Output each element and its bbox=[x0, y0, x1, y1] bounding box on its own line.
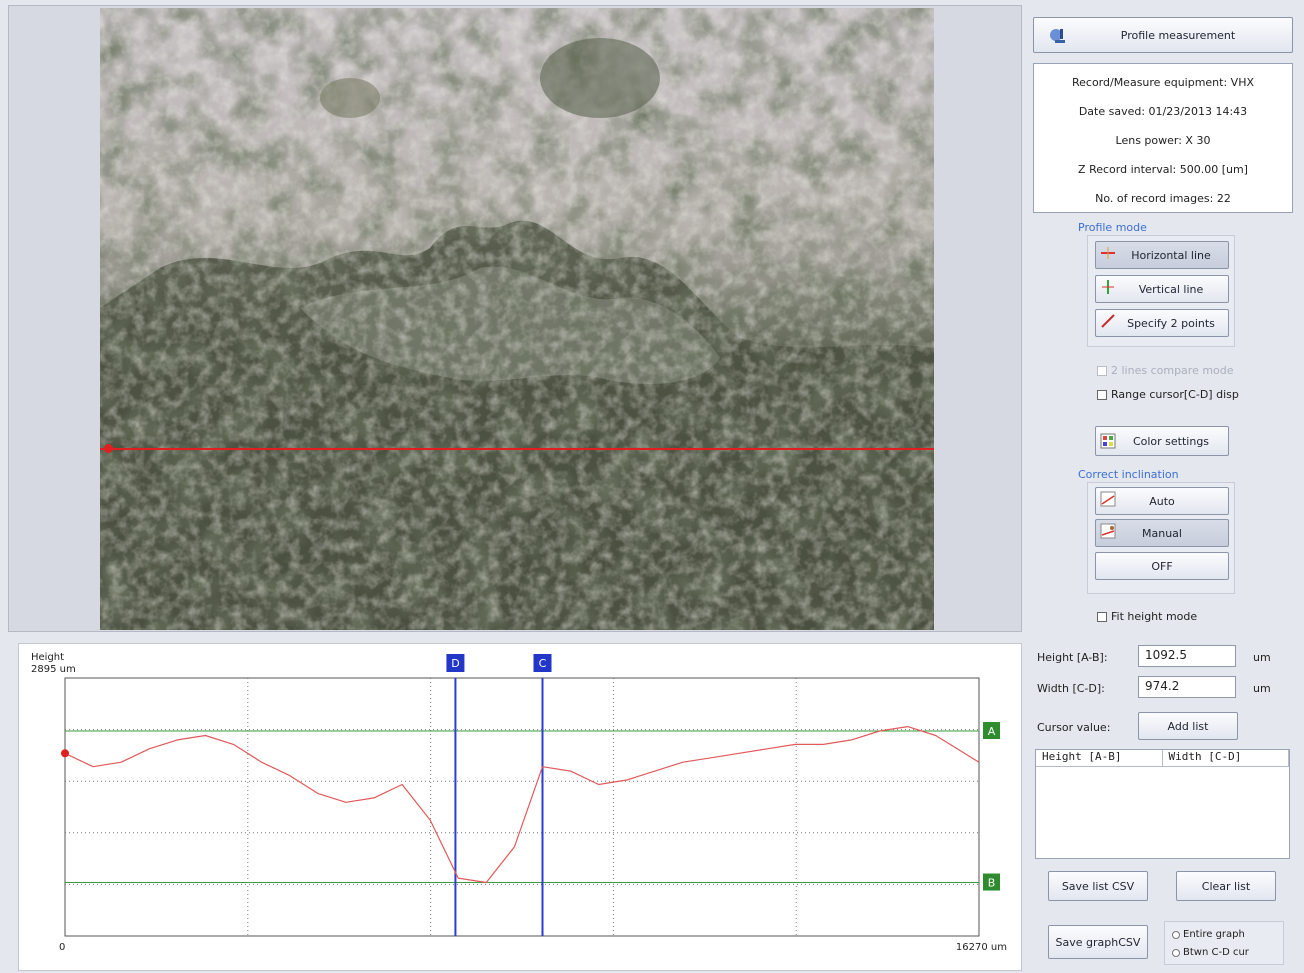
auto-inclination-icon bbox=[1100, 491, 1116, 507]
entire-graph-label: Entire graph bbox=[1183, 929, 1245, 940]
info-box: Record/Measure equipment: VHX Date saved… bbox=[1033, 63, 1293, 213]
vertical-line-icon bbox=[1100, 279, 1116, 295]
save-list-csv-label: Save list CSV bbox=[1061, 879, 1135, 893]
height-unit: um bbox=[1253, 651, 1271, 664]
microscope-icon bbox=[1048, 26, 1068, 46]
profile-mode-label: Profile mode bbox=[1078, 221, 1147, 234]
manual-inclination-icon bbox=[1100, 523, 1116, 539]
y-axis-max-label: 2895 um bbox=[31, 664, 76, 675]
add-list-button[interactable]: Add list bbox=[1138, 712, 1238, 740]
profile-graph-panel: A B D C Height 2895 um 0 16270 um bbox=[18, 643, 1022, 971]
checkbox-box bbox=[1097, 611, 1107, 622]
horizontal-line-button[interactable]: Horizontal line bbox=[1095, 241, 1229, 269]
range-cursor-checkbox[interactable]: Range cursor[C-D] disp bbox=[1097, 388, 1239, 401]
microscope-image[interactable] bbox=[100, 8, 934, 630]
cursor-value-label: Cursor value: bbox=[1037, 721, 1111, 734]
auto-label: Auto bbox=[1149, 494, 1175, 508]
surface-texture bbox=[100, 8, 934, 630]
fit-height-label: Fit height mode bbox=[1111, 610, 1198, 623]
info-z-interval: Z Record interval: 500.00 [um] bbox=[1078, 163, 1248, 176]
entire-graph-radio[interactable]: Entire graph bbox=[1172, 929, 1245, 940]
clear-list-label: Clear list bbox=[1201, 879, 1251, 893]
cursor-d-label: D bbox=[451, 657, 459, 670]
specify-two-points-button[interactable]: Specify 2 points bbox=[1095, 309, 1229, 337]
range-cursor-label: Range cursor[C-D] disp bbox=[1111, 388, 1239, 401]
off-button[interactable]: OFF bbox=[1095, 552, 1229, 580]
between-cd-radio[interactable]: Btwn C-D cur bbox=[1172, 947, 1249, 958]
measurement-list[interactable]: Height [A-B] Width [C-D] bbox=[1035, 749, 1290, 859]
horizontal-line-label: Horizontal line bbox=[1131, 248, 1211, 262]
checkbox-box bbox=[1097, 365, 1107, 376]
graph-range-group bbox=[1164, 921, 1284, 965]
cursor-a-label: A bbox=[988, 725, 996, 738]
plot-frame bbox=[64, 677, 980, 937]
manual-button[interactable]: Manual bbox=[1095, 519, 1229, 547]
fit-height-checkbox[interactable]: Fit height mode bbox=[1097, 610, 1197, 623]
clear-list-button[interactable]: Clear list bbox=[1176, 871, 1276, 901]
radio-dot bbox=[1172, 930, 1180, 939]
radio-dot bbox=[1172, 948, 1180, 957]
info-date-saved: Date saved: 01/23/2013 14:43 bbox=[1078, 105, 1248, 118]
checkbox-box bbox=[1097, 389, 1107, 400]
correct-inclination-label: Correct inclination bbox=[1078, 468, 1179, 481]
info-equipment: Record/Measure equipment: VHX bbox=[1071, 76, 1255, 89]
save-graph-csv-button[interactable]: Save graphCSV bbox=[1048, 925, 1148, 959]
y-axis-label: Height bbox=[31, 652, 64, 663]
profile-start-point bbox=[61, 749, 69, 758]
width-label: Width [C-D]: bbox=[1037, 682, 1105, 695]
specify-two-points-label: Specify 2 points bbox=[1127, 316, 1215, 330]
auto-button[interactable]: Auto bbox=[1095, 487, 1229, 515]
add-list-label: Add list bbox=[1167, 719, 1209, 733]
cursor-b-label: B bbox=[988, 877, 996, 890]
save-graph-csv-label: Save graphCSV bbox=[1055, 935, 1141, 949]
height-value-field[interactable]: 1092.5 bbox=[1138, 645, 1236, 667]
cursor-c-label: C bbox=[539, 657, 547, 670]
vertical-line-button[interactable]: Vertical line bbox=[1095, 275, 1229, 303]
vertical-line-label: Vertical line bbox=[1138, 282, 1204, 296]
palette-icon bbox=[1100, 433, 1116, 449]
two-lines-compare-label: 2 lines compare mode bbox=[1111, 364, 1234, 377]
list-header-height: Height [A-B] bbox=[1036, 750, 1163, 766]
manual-label: Manual bbox=[1142, 526, 1182, 540]
profile-measurement-header: Profile measurement bbox=[1033, 17, 1293, 53]
info-lens-power: Lens power: X 30 bbox=[1115, 134, 1211, 147]
profile-graph[interactable]: A B D C Height2895 um 0 16270 um bbox=[19, 644, 1021, 970]
list-header-width: Width [C-D] bbox=[1163, 750, 1289, 766]
horizontal-line-icon bbox=[1100, 245, 1116, 261]
width-value-field[interactable]: 974.2 bbox=[1138, 676, 1236, 698]
x-axis-start-label: 0 bbox=[59, 942, 65, 953]
save-list-csv-button[interactable]: Save list CSV bbox=[1048, 871, 1148, 901]
between-cd-label: Btwn C-D cur bbox=[1183, 947, 1249, 958]
header-title: Profile measurement bbox=[1120, 28, 1236, 42]
off-label: OFF bbox=[1151, 559, 1173, 573]
info-num-images: No. of record images: 22 bbox=[1095, 192, 1231, 205]
color-settings-label: Color settings bbox=[1132, 434, 1210, 448]
height-label: Height [A-B]: bbox=[1037, 651, 1108, 664]
profile-line-handle[interactable] bbox=[104, 444, 113, 453]
width-unit: um bbox=[1253, 682, 1271, 695]
diagonal-line-icon bbox=[1100, 313, 1116, 329]
control-panel: Profile measurement Record/Measure equip… bbox=[1025, 5, 1299, 632]
color-settings-button[interactable]: Color settings bbox=[1095, 426, 1229, 456]
list-header: Height [A-B] Width [C-D] bbox=[1036, 750, 1289, 767]
two-lines-compare-checkbox[interactable]: 2 lines compare mode bbox=[1097, 364, 1234, 377]
profile-line[interactable] bbox=[100, 448, 934, 450]
x-axis-end-label: 16270 um bbox=[956, 942, 1007, 953]
